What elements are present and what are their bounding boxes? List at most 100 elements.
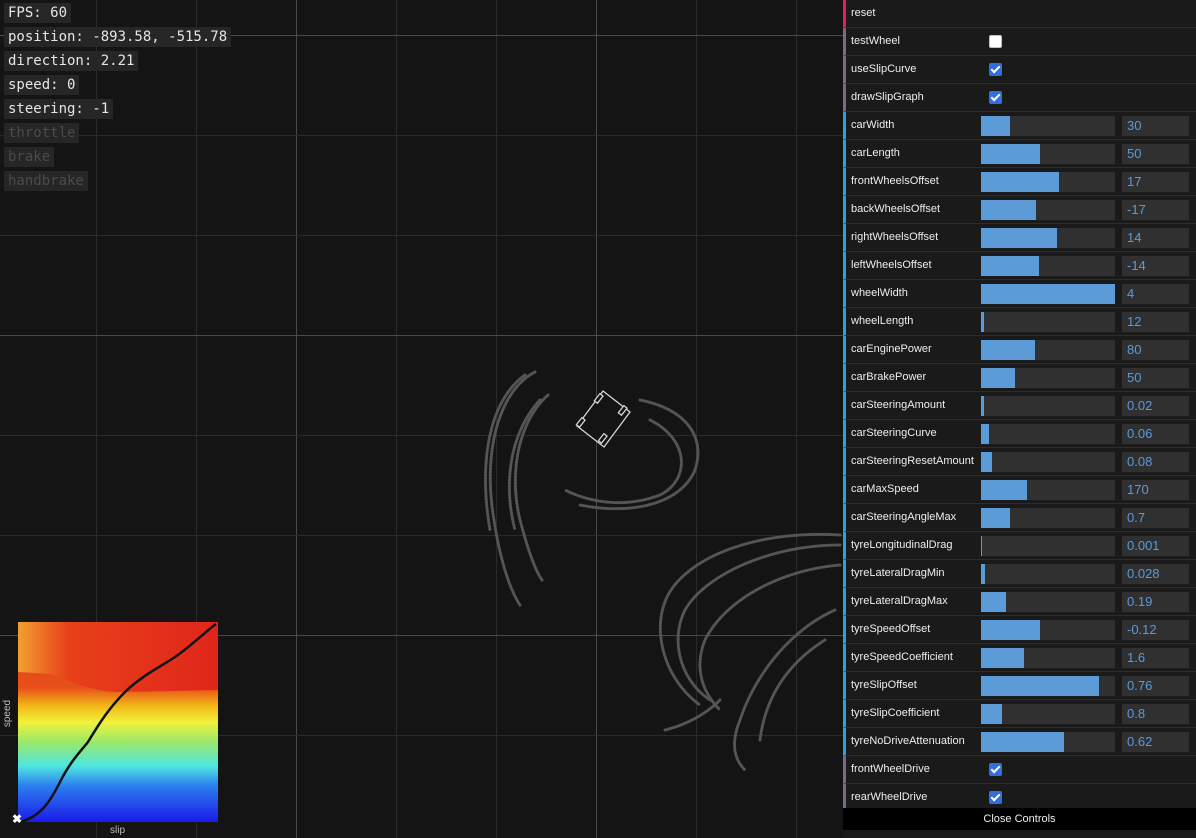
tyreSlipOffset-input[interactable]: 0.76 [1122, 676, 1189, 696]
throttle-indicator: throttle [4, 123, 80, 143]
param-label: tyreLateralDragMin [851, 567, 945, 579]
carEnginePower-slider[interactable] [981, 340, 1115, 360]
param-leftWheelsOffset: leftWheelsOffset -14 [843, 252, 1196, 280]
slider-fill [981, 200, 1036, 220]
tyreSlipCoefficient-input[interactable]: 0.8 [1122, 704, 1189, 724]
carSteeringCurve-input[interactable]: 0.06 [1122, 424, 1189, 444]
frontWheelsOffset-slider[interactable] [981, 172, 1115, 192]
param-carBrakePower: carBrakePower 50 [843, 364, 1196, 392]
tyreNoDriveAttenuation-input[interactable]: 0.62 [1122, 732, 1189, 752]
carBrakePower-slider[interactable] [981, 368, 1115, 388]
car-icon [575, 390, 631, 448]
useSlipCurve-checkbox[interactable] [989, 63, 1002, 76]
param-tyreLateralDragMin: tyreLateralDragMin 0.028 [843, 560, 1196, 588]
param-carLength: carLength 50 [843, 140, 1196, 168]
position-readout: position: -893.58, -515.78 [4, 27, 232, 47]
tyreLateralDragMax-input[interactable]: 0.19 [1122, 592, 1189, 612]
tyreSpeedCoefficient-slider[interactable] [981, 648, 1115, 668]
backWheelsOffset-slider[interactable] [981, 200, 1115, 220]
tyreLateralDragMin-slider[interactable] [981, 564, 1115, 584]
tyreLateralDragMin-input[interactable]: 0.028 [1122, 564, 1189, 584]
carSteeringResetAmount-input[interactable]: 0.08 [1122, 452, 1189, 472]
param-carWidth: carWidth 30 [843, 112, 1196, 140]
param-carSteeringResetAmount: carSteeringResetAmount 0.08 [843, 448, 1196, 476]
carSteeringAngleMax-input[interactable]: 0.7 [1122, 508, 1189, 528]
carMaxSpeed-input[interactable]: 170 [1122, 480, 1189, 500]
slip-graph: speed slip ✖ [0, 612, 230, 838]
carWidth-slider[interactable] [981, 116, 1115, 136]
rightWheelsOffset-slider[interactable] [981, 228, 1115, 248]
handbrake-indicator: handbrake [4, 171, 88, 191]
tyreSlipOffset-slider[interactable] [981, 676, 1115, 696]
slider-fill [981, 620, 1040, 640]
toggle-label: frontWheelDrive [851, 763, 930, 775]
param-label: tyreLateralDragMax [851, 595, 948, 607]
wheelWidth-input[interactable]: 4 [1122, 284, 1189, 304]
carBrakePower-input[interactable]: 50 [1122, 368, 1189, 388]
tyreLongitudinalDrag-slider[interactable] [981, 536, 1115, 556]
carWidth-input[interactable]: 30 [1122, 116, 1189, 136]
carMaxSpeed-slider[interactable] [981, 480, 1115, 500]
tyreSpeedCoefficient-input[interactable]: 1.6 [1122, 648, 1189, 668]
drawSlipGraph-checkbox[interactable] [989, 91, 1002, 104]
toggle-frontWheelDrive[interactable]: frontWheelDrive [843, 756, 1196, 784]
param-label: tyreSlipCoefficient [851, 707, 940, 719]
backWheelsOffset-input[interactable]: -17 [1122, 200, 1189, 220]
toggle-label: drawSlipGraph [851, 91, 924, 103]
carSteeringResetAmount-slider[interactable] [981, 452, 1115, 472]
param-rightWheelsOffset: rightWheelsOffset 14 [843, 224, 1196, 252]
param-tyreSlipOffset: tyreSlipOffset 0.76 [843, 672, 1196, 700]
carSteeringAngleMax-slider[interactable] [981, 508, 1115, 528]
leftWheelsOffset-slider[interactable] [981, 256, 1115, 276]
slider-fill [981, 116, 1011, 136]
carSteeringAmount-input[interactable]: 0.02 [1122, 396, 1189, 416]
leftWheelsOffset-input[interactable]: -14 [1122, 256, 1189, 276]
param-label: carEnginePower [851, 343, 932, 355]
toggle-testWheel[interactable]: testWheel [843, 28, 1196, 56]
direction-readout: direction: 2.21 [4, 51, 139, 71]
slider-fill [981, 480, 1027, 500]
param-carSteeringCurve: carSteeringCurve 0.06 [843, 420, 1196, 448]
param-label: carSteeringAngleMax [851, 511, 957, 523]
tyreLongitudinalDrag-input[interactable]: 0.001 [1122, 536, 1189, 556]
tyreSlipCoefficient-slider[interactable] [981, 704, 1115, 724]
wheelLength-input[interactable]: 12 [1122, 312, 1189, 332]
slider-fill [981, 396, 984, 416]
param-label: rightWheelsOffset [851, 231, 939, 243]
close-icon[interactable]: ✖ [12, 813, 22, 825]
param-tyreNoDriveAttenuation: tyreNoDriveAttenuation 0.62 [843, 728, 1196, 756]
frontWheelsOffset-input[interactable]: 17 [1122, 172, 1189, 192]
steering-readout: steering: -1 [4, 99, 114, 119]
toggle-useSlipCurve[interactable]: useSlipCurve [843, 56, 1196, 84]
slider-fill [981, 732, 1065, 752]
slider-fill [981, 676, 1099, 696]
param-label: carSteeringResetAmount [851, 455, 974, 467]
param-label: frontWheelsOffset [851, 175, 939, 187]
testWheel-checkbox[interactable] [989, 35, 1002, 48]
reset-button[interactable]: reset [843, 0, 1196, 28]
carLength-input[interactable]: 50 [1122, 144, 1189, 164]
carEnginePower-input[interactable]: 80 [1122, 340, 1189, 360]
close-controls-button[interactable]: Close Controls [843, 808, 1196, 830]
wheelLength-slider[interactable] [981, 312, 1115, 332]
tyreSpeedOffset-slider[interactable] [981, 620, 1115, 640]
rightWheelsOffset-input[interactable]: 14 [1122, 228, 1189, 248]
controls-panel: reset testWheel useSlipCurve drawSlipGraph… [843, 0, 1196, 838]
carLength-slider[interactable] [981, 144, 1115, 164]
wheelWidth-slider[interactable] [981, 284, 1115, 304]
param-label: carSteeringCurve [851, 427, 937, 439]
slider-fill [981, 564, 985, 584]
param-label: tyreSlipOffset [851, 679, 917, 691]
param-label: carSteeringAmount [851, 399, 946, 411]
tyreSpeedOffset-input[interactable]: -0.12 [1122, 620, 1189, 640]
param-tyreSpeedOffset: tyreSpeedOffset -0.12 [843, 616, 1196, 644]
tyreNoDriveAttenuation-slider[interactable] [981, 732, 1115, 752]
param-label: carBrakePower [851, 371, 927, 383]
rearWheelDrive-checkbox[interactable] [989, 791, 1002, 804]
frontWheelDrive-checkbox[interactable] [989, 763, 1002, 776]
toggle-drawSlipGraph[interactable]: drawSlipGraph [843, 84, 1196, 112]
tyreLateralDragMax-slider[interactable] [981, 592, 1115, 612]
carSteeringAmount-slider[interactable] [981, 396, 1115, 416]
carSteeringCurve-slider[interactable] [981, 424, 1115, 444]
toggle-label: rearWheelDrive [851, 791, 928, 803]
